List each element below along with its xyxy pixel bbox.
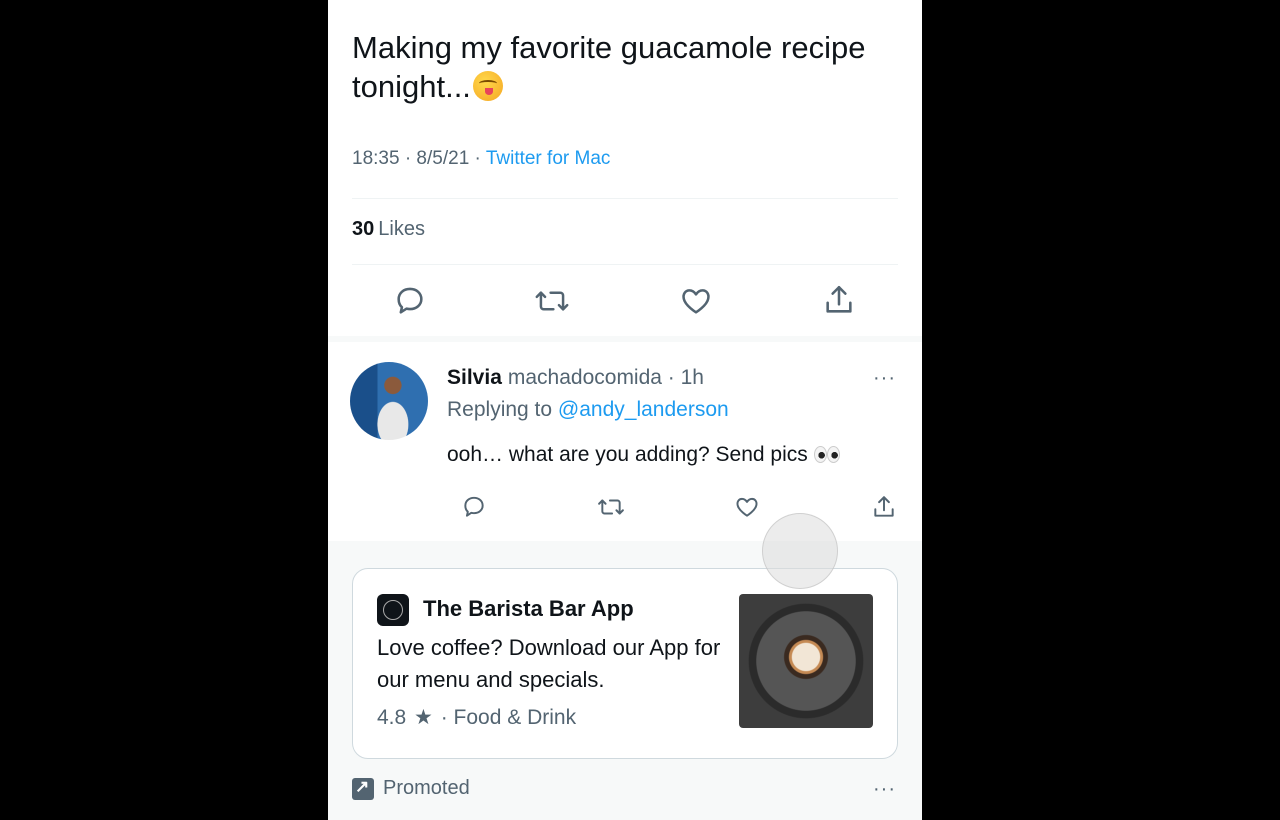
promoted-icon	[352, 777, 374, 800]
reply-button[interactable]	[392, 283, 428, 319]
reply-tweet[interactable]: Silvia machadocomida · 1h ··· Replying to…	[328, 342, 922, 540]
share-icon	[826, 285, 852, 313]
divider	[352, 198, 898, 199]
heart-icon	[682, 289, 710, 314]
promoted-tweet: The Barista Bar App Love coffee? Downloa…	[328, 541, 922, 820]
replying-to-prefix: Replying to	[447, 398, 558, 421]
promoted-more-button[interactable]: ···	[873, 779, 896, 799]
likes-count: 30	[352, 218, 375, 240]
like-button[interactable]	[678, 283, 714, 319]
retweet-icon	[535, 291, 569, 311]
app-logo-icon	[377, 594, 409, 626]
more-options-button[interactable]: ···	[873, 368, 896, 388]
app-rating: 4.8	[377, 706, 407, 729]
reply-header: Silvia machadocomida · 1h	[447, 366, 704, 390]
app-card[interactable]: The Barista Bar App Love coffee? Downloa…	[352, 568, 898, 759]
avatar[interactable]	[350, 362, 428, 440]
app-category: · Food & Drink	[434, 706, 577, 729]
tweet-text: Making my favorite guacamole recipe toni…	[352, 30, 866, 104]
comment-icon	[464, 496, 484, 517]
touch-indicator	[762, 513, 838, 589]
app-image	[739, 594, 873, 728]
divider	[352, 264, 898, 265]
app-name: The Barista Bar App	[423, 596, 634, 621]
tweet-source-link[interactable]: Twitter for Mac	[486, 148, 611, 169]
promoted-label: Promoted	[383, 777, 470, 799]
replying-to: Replying to @andy_landerson	[447, 398, 729, 422]
reply-share-button[interactable]	[870, 492, 898, 522]
star-icon: ★	[414, 706, 433, 729]
reply-reply-button[interactable]	[460, 493, 488, 521]
reply-author-handle: machadocomida · 1h	[507, 366, 704, 389]
promoted-label-row: Promoted	[352, 777, 470, 800]
yum-face-emoji-icon	[472, 71, 503, 101]
comment-icon	[397, 287, 423, 314]
reply-author-name[interactable]: Silvia	[447, 366, 502, 389]
eyes-emoji-icon	[813, 445, 840, 463]
reply-text: ooh… what are you adding? Send pics	[447, 443, 808, 466]
tweet-action-bar	[328, 275, 922, 327]
reply-body: ooh… what are you adding? Send pics	[447, 443, 840, 467]
heart-icon	[736, 497, 758, 517]
retweet-icon	[598, 499, 624, 515]
replying-to-handle-link[interactable]: @andy_landerson	[558, 398, 729, 421]
app-description: Love coffee? Download our App for our me…	[377, 635, 721, 692]
likes-count-link[interactable]: 30 Likes	[352, 218, 425, 241]
tweet-meta: 18:35 · 8/5/21 · Twitter for Mac	[352, 148, 610, 170]
reply-retweet-button[interactable]	[595, 493, 627, 521]
tweet-detail-screen: Making my favorite guacamole recipe toni…	[328, 0, 922, 820]
tweet-body: Making my favorite guacamole recipe toni…	[352, 28, 892, 106]
app-rating-category: 4.8 ★ · Food & Drink	[377, 705, 576, 730]
reply-like-button[interactable]	[733, 493, 761, 521]
retweet-button[interactable]	[534, 283, 570, 319]
share-button[interactable]	[821, 281, 857, 319]
share-icon	[874, 496, 894, 517]
likes-label: Likes	[378, 218, 425, 240]
tweet-timestamp: 18:35 · 8/5/21 ·	[352, 148, 486, 169]
